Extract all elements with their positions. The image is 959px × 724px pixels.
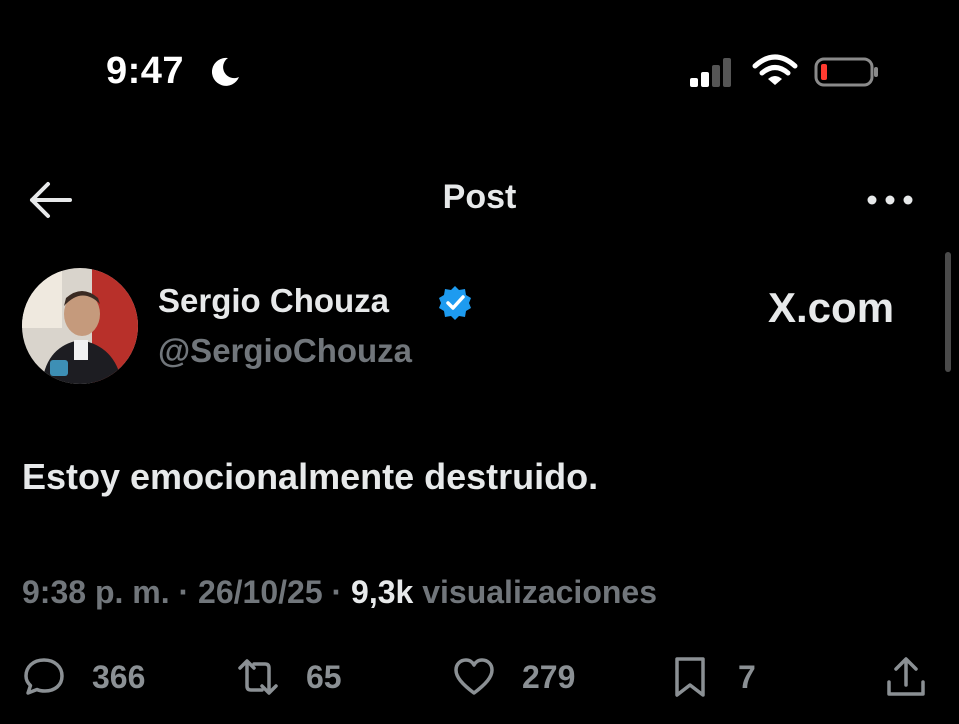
avatar[interactable] (22, 268, 138, 384)
post-metadata: 9:38 p. m. · 26/10/25 · 9,3k visualizaci… (22, 574, 657, 611)
verified-badge-icon[interactable] (436, 284, 474, 322)
post-text: Estoy emocionalmente destruido. (22, 456, 599, 497)
repost-button[interactable]: 65 (236, 650, 342, 704)
bookmark-count: 7 (738, 658, 756, 695)
status-time: 9:47 (106, 50, 185, 92)
reply-count: 366 (92, 658, 146, 695)
status-bar: 9:47 (0, 0, 959, 130)
heart-icon (454, 658, 494, 695)
like-button[interactable]: 279 (452, 650, 575, 704)
post-header: Post (0, 150, 959, 250)
post-detail: Sergio Chouza @SergioChouza X.com Estoy … (0, 250, 959, 724)
moon-icon (211, 57, 239, 86)
post-time[interactable]: 9:38 p. m. (22, 574, 170, 610)
cellular-signal-icon (690, 58, 731, 87)
x-com-watermark: X.com (768, 284, 895, 331)
views-label[interactable]: visualizaciones (422, 574, 657, 610)
battery-icon (814, 57, 878, 87)
like-count: 279 (522, 658, 576, 695)
scrollbar[interactable] (945, 252, 951, 372)
page-title: Post (442, 178, 517, 216)
share-button[interactable] (884, 650, 928, 704)
share-icon (887, 657, 925, 696)
views-count[interactable]: 9,3k (351, 574, 413, 610)
bookmark-icon (675, 657, 705, 697)
repost-count: 65 (306, 658, 342, 695)
post-date[interactable]: 26/10/25 (198, 574, 323, 610)
repost-icon (238, 659, 278, 695)
author-handle[interactable]: @SergioChouza (158, 332, 412, 370)
post-actions-bar: 366 65 279 7 (0, 650, 959, 710)
reply-button[interactable]: 366 (22, 650, 145, 704)
more-options-icon[interactable] (860, 182, 920, 218)
reply-icon (24, 658, 64, 695)
author-display-name[interactable]: Sergio Chouza (158, 282, 389, 320)
wifi-icon (752, 54, 798, 85)
meta-separator: · (331, 574, 343, 610)
meta-separator: · (178, 574, 190, 610)
bookmark-button[interactable]: 7 (668, 650, 756, 704)
